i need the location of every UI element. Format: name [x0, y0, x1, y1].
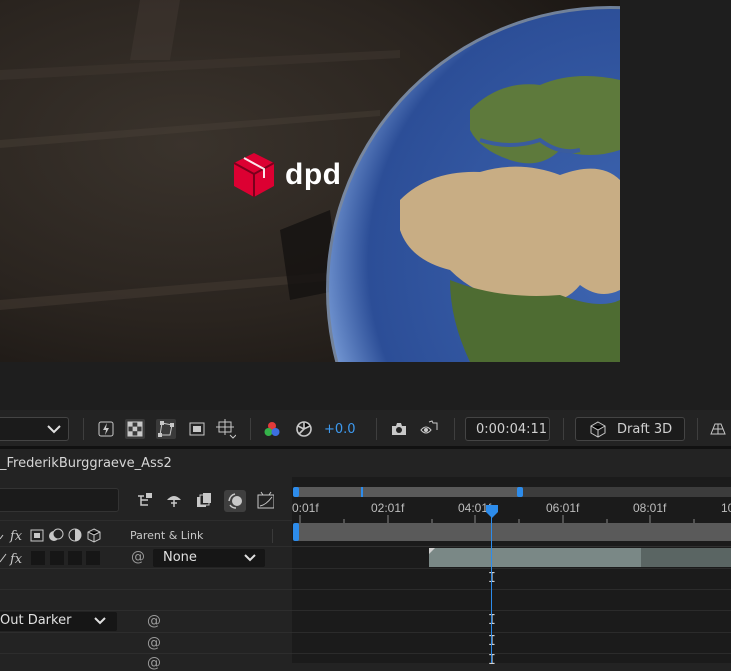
playhead-line[interactable]	[491, 515, 492, 663]
show-snapshot-icon[interactable]	[419, 419, 439, 439]
switch-box[interactable]	[31, 551, 45, 565]
draft-3d-layers-icon[interactable]	[165, 491, 183, 509]
ruler-tick-label: 08:01f	[633, 501, 667, 515]
composition-mini-flowchart-icon[interactable]	[136, 491, 154, 509]
snapping-guides-icon[interactable]	[216, 419, 236, 439]
layer-search-input[interactable]	[0, 488, 119, 512]
work-area-bar[interactable]	[295, 523, 731, 541]
timeline-area[interactable]: 0:01f 02:01f 04:01f 06:01f 08:01f 10 I I…	[292, 477, 731, 668]
ruler-tick-label: 02:01f	[371, 501, 405, 515]
ruler-ticks	[299, 515, 695, 523]
ruler-tick-label: 0:01f	[292, 501, 319, 515]
snapshot-camera-icon[interactable]	[389, 419, 409, 439]
pasteboard	[620, 0, 731, 362]
extended-viewer-icon[interactable]	[708, 419, 728, 439]
fast-preview-icon[interactable]	[96, 419, 116, 439]
chevron-down-icon	[244, 554, 256, 562]
parent-pick-whip-icon[interactable]: @	[147, 613, 161, 629]
time-navigator-range[interactable]	[295, 487, 519, 497]
switch-box[interactable]	[68, 551, 82, 565]
dropdown-chevron-icon	[47, 425, 61, 434]
switches-header: fx	[0, 525, 110, 545]
magnification-dropdown[interactable]	[0, 417, 69, 441]
region-of-interest-icon[interactable]	[187, 419, 207, 439]
parent-pick-whip-icon[interactable]: @	[147, 635, 161, 651]
layer-bar-selected[interactable]	[429, 548, 641, 567]
chevron-down-icon	[94, 617, 106, 625]
draft-3d-cube-icon	[590, 421, 606, 438]
layer-panel: fx Parent & Link fx @ None Out Darker @ …	[0, 477, 292, 671]
renderer-button[interactable]: Draft 3D	[575, 417, 685, 441]
comp-name: _FrederikBurggraeve_Ass2	[0, 456, 172, 471]
navigator-start-handle[interactable]	[293, 487, 299, 497]
transparency-grid-icon[interactable]	[125, 419, 145, 439]
reset-exposure-icon[interactable]	[294, 419, 314, 439]
frame-blending-icon[interactable]	[195, 491, 213, 509]
switch-box[interactable]	[50, 551, 64, 565]
ruler-tick-label: 10	[721, 501, 731, 515]
logo-text: dpd	[285, 158, 342, 191]
mask-path-icon[interactable]	[156, 419, 176, 439]
switch-box[interactable]	[86, 551, 100, 565]
parent-link-header[interactable]: Parent & Link	[130, 529, 203, 542]
work-area-start-handle[interactable]	[293, 523, 299, 541]
ruler-tick-label: 06:01f	[546, 501, 580, 515]
graph-editor-icon[interactable]	[256, 491, 274, 509]
svg-text:fx: fx	[9, 552, 23, 567]
timeline-tab[interactable]: _FrederikBurggraeve_Ass2	[0, 449, 731, 477]
parent-pick-whip-icon[interactable]: @	[147, 655, 161, 671]
blend-mode-dropdown[interactable]: Out Darker	[0, 612, 117, 631]
current-time-display[interactable]: 0:00:04:11	[465, 417, 550, 441]
composition-viewer[interactable]: dpd	[0, 0, 620, 362]
motion-blur-icon[interactable]	[224, 490, 246, 512]
pasteboard-bottom	[0, 362, 731, 410]
color-channels-icon[interactable]	[262, 419, 282, 439]
viewer-toolbar: +0.0 0:00:04:11 Draft 3D	[0, 410, 731, 446]
navigator-end-handle[interactable]	[517, 487, 523, 497]
exposure-value[interactable]: +0.0	[324, 422, 356, 437]
parent-dropdown[interactable]: None	[153, 549, 265, 567]
svg-text:fx: fx	[9, 529, 23, 544]
playhead-handle[interactable]	[485, 505, 499, 519]
parent-pick-whip-icon[interactable]: @	[131, 549, 145, 565]
